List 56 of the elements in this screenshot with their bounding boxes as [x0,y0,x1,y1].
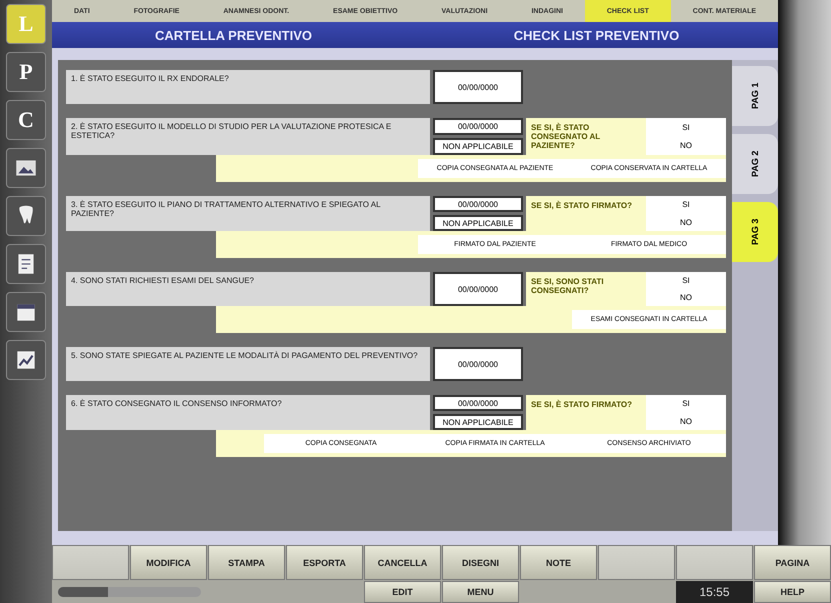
option-label[interactable]: NO [646,214,726,231]
sidebar-icon-button[interactable] [6,244,46,284]
answer-field[interactable]: 00/00/0000 [433,118,523,135]
side-question: SE SI, È STATO FIRMATO? [530,398,634,411]
picture-icon [16,160,36,176]
document-icon [18,254,34,274]
answer-field[interactable]: NON APPLICABILE [433,138,523,155]
toolbar-button[interactable]: STAMPA [208,545,285,580]
chart-icon [17,351,35,369]
sidebar-button[interactable]: P [6,52,46,92]
answer-field[interactable]: 00/00/0000 [433,347,523,381]
option-label[interactable]: SI [646,196,726,214]
option-label[interactable]: SI [646,272,726,289]
clock: 15:55 [676,581,753,603]
page-tab[interactable]: PAG 2 [732,134,778,194]
question-text: 2. È STATO ESEGUITO IL MODELLO DI STUDIO PER LA VALUTAZIONE PROTESICA E ESTETICA? [66,118,430,155]
side-question: SE SI, È STATO CONSEGNATO AL PAZIENTE? [530,122,602,152]
answer-field[interactable]: 00/00/0000 [433,272,523,306]
question-text: 6. È STATO CONSEGNATO IL CONSENSO INFORMATO? [66,395,430,430]
question-text: 3. È STATO ESEGUITO IL PIANO DI TRATTAMENTO ALTERNATIVO E SPIEGATO AL PAZIENTE? [66,196,430,231]
option-label[interactable]: NO [646,289,726,306]
question-text: 4. SONO STATI RICHIESTI ESAMI DEL SANGUE? [66,272,430,306]
answer-field[interactable]: NON APPLICABILE [433,414,523,430]
help-button[interactable]: HELP [754,581,831,603]
toolbar-button[interactable]: DISEGNI [442,545,519,580]
toolbar-button[interactable]: NOTE [520,545,597,580]
option-label[interactable]: SI [646,395,726,412]
sidebar-icon-button[interactable] [6,196,46,236]
answer-field[interactable]: 00/00/0000 [433,196,523,212]
page-tab[interactable]: PAG 3 [732,202,778,262]
option-label[interactable]: SI [646,118,726,136]
sidebar-icon-button[interactable] [6,292,46,332]
toolbar-button[interactable]: PAGINA [754,545,831,580]
toolbar-button[interactable]: ESPORTA [286,545,363,580]
toolbar-button[interactable]: MODIFICA [130,545,207,580]
option-label[interactable]: NO [646,412,726,430]
sidebar-button[interactable]: C [6,100,46,140]
scroll-bar[interactable] [778,0,831,545]
page-tab[interactable]: PAG 1 [732,66,778,126]
menu-button[interactable]: MENU [442,581,519,603]
answer-field[interactable]: NON APPLICABILE [433,215,523,231]
sidebar-icon-button[interactable] [6,148,46,188]
header-title: CARTELLA PREVENTIVO [154,28,313,42]
calendar-icon [17,304,35,321]
sidebar-icon-button[interactable] [6,340,46,380]
tooth-icon [19,206,33,224]
answer-field[interactable]: 00/00/0000 [433,70,523,104]
toolbar-button[interactable]: CANCELLA [364,545,441,580]
header-title: CHECK LIST PREVENTIVO [512,28,680,42]
side-question: SE SI, SONO STATI CONSEGNATI? [530,276,605,297]
question-text: 1. È STATO ESEGUITO IL RX ENDORALE? [66,70,430,104]
side-question: SE SI, È STATO FIRMATO? [530,200,634,212]
option-label[interactable]: NO [646,136,726,155]
edit-button[interactable]: EDIT [364,581,441,603]
question-text: 5. SONO STATE SPIEGATE AL PAZIENTE LE MODALITÀ DI PAGAMENTO DEL PREVENTIVO? [66,347,430,381]
answer-field[interactable]: 00/00/0000 [433,395,523,411]
